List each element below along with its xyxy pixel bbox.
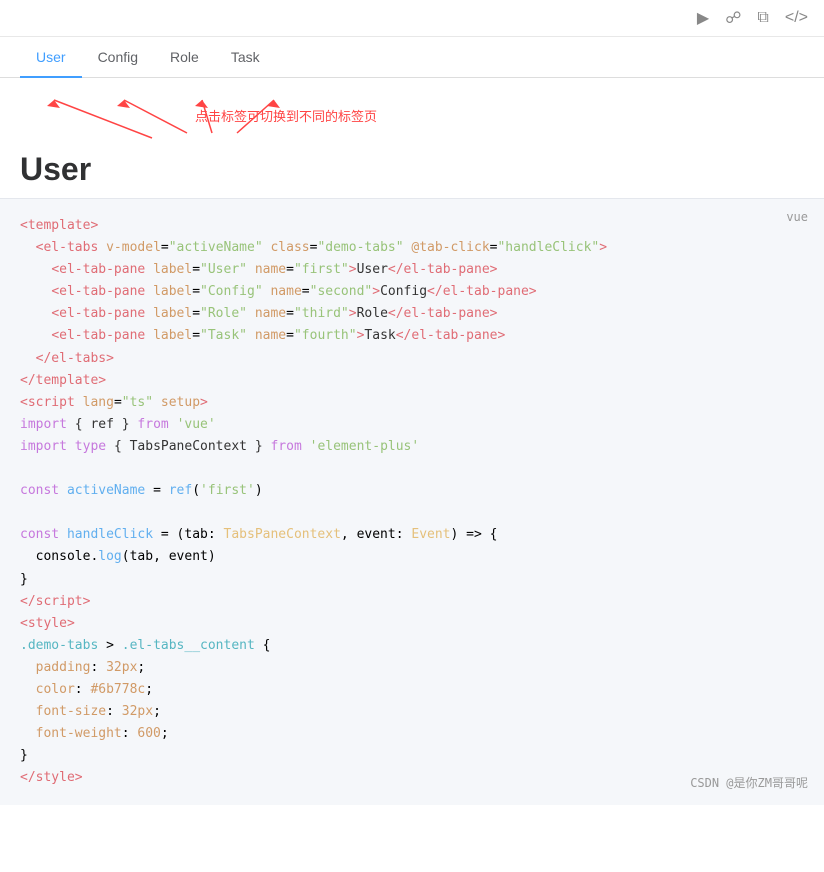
csdn-watermark: CSDN @是你ZM哥哥呢 — [690, 773, 808, 793]
code-line-18: </script> — [20, 591, 804, 613]
code-line-12 — [20, 458, 804, 480]
tabs-container: User Config Role Task — [0, 37, 824, 78]
code-line-24: font-weight: 600; — [20, 723, 804, 745]
code-line-10: import { ref } from 'vue' — [20, 414, 804, 436]
code-line-3: <el-tab-pane label="User" name="first">U… — [20, 259, 804, 281]
code-line-11: import type { TabsPaneContext } from 'el… — [20, 436, 804, 458]
code-line-4: <el-tab-pane label="Config" name="second… — [20, 281, 804, 303]
tab-user[interactable]: User — [20, 37, 82, 77]
code-line-9: <script lang="ts" setup> — [20, 392, 804, 414]
user-content-display: User — [20, 151, 91, 188]
code-line-26: </style> — [20, 767, 804, 789]
code-area: vue <template> <el-tabs v-model="activeN… — [0, 198, 824, 805]
code-line-7: </el-tabs> — [20, 348, 804, 370]
tab-config[interactable]: Config — [82, 37, 154, 77]
code-line-8: </template> — [20, 370, 804, 392]
annotation-area: 点击标签可切换到不同的标签页 User — [0, 78, 824, 198]
code-line-16: console.log(tab, event) — [20, 546, 804, 568]
code-line-19: <style> — [20, 613, 804, 635]
tab-task[interactable]: Task — [215, 37, 276, 77]
code-line-1: <template> — [20, 215, 804, 237]
play-icon[interactable]: ▶ — [697, 8, 709, 28]
code-line-6: <el-tab-pane label="Task" name="fourth">… — [20, 325, 804, 347]
code-line-15: const handleClick = (tab: TabsPaneContex… — [20, 524, 804, 546]
code-line-14 — [20, 502, 804, 524]
top-toolbar: ▶ ☍ ⧉ </> — [0, 0, 824, 37]
code-line-22: color: #6b778c; — [20, 679, 804, 701]
code-line-5: <el-tab-pane label="Role" name="third">R… — [20, 303, 804, 325]
code-line-21: padding: 32px; — [20, 657, 804, 679]
vue-label: vue — [786, 207, 808, 227]
code-line-23: font-size: 32px; — [20, 701, 804, 723]
code-line-2: <el-tabs v-model="activeName" class="dem… — [20, 237, 804, 259]
copy-icon[interactable]: ⧉ — [757, 9, 768, 27]
code-line-20: .demo-tabs > .el-tabs__content { — [20, 635, 804, 657]
code-line-25: } — [20, 745, 804, 767]
bookmark-icon[interactable]: ☍ — [725, 8, 741, 28]
annotation-text: 点击标签可切换到不同的标签页 — [195, 106, 377, 125]
code-line-17: } — [20, 569, 804, 591]
tab-role[interactable]: Role — [154, 37, 215, 77]
preview-area: User Config Role Task 点击标签可切换到不同的标签页 Use… — [0, 37, 824, 198]
code-icon[interactable]: </> — [785, 9, 808, 27]
code-line-13: const activeName = ref('first') — [20, 480, 804, 502]
annotation-arrows-svg — [0, 78, 824, 198]
